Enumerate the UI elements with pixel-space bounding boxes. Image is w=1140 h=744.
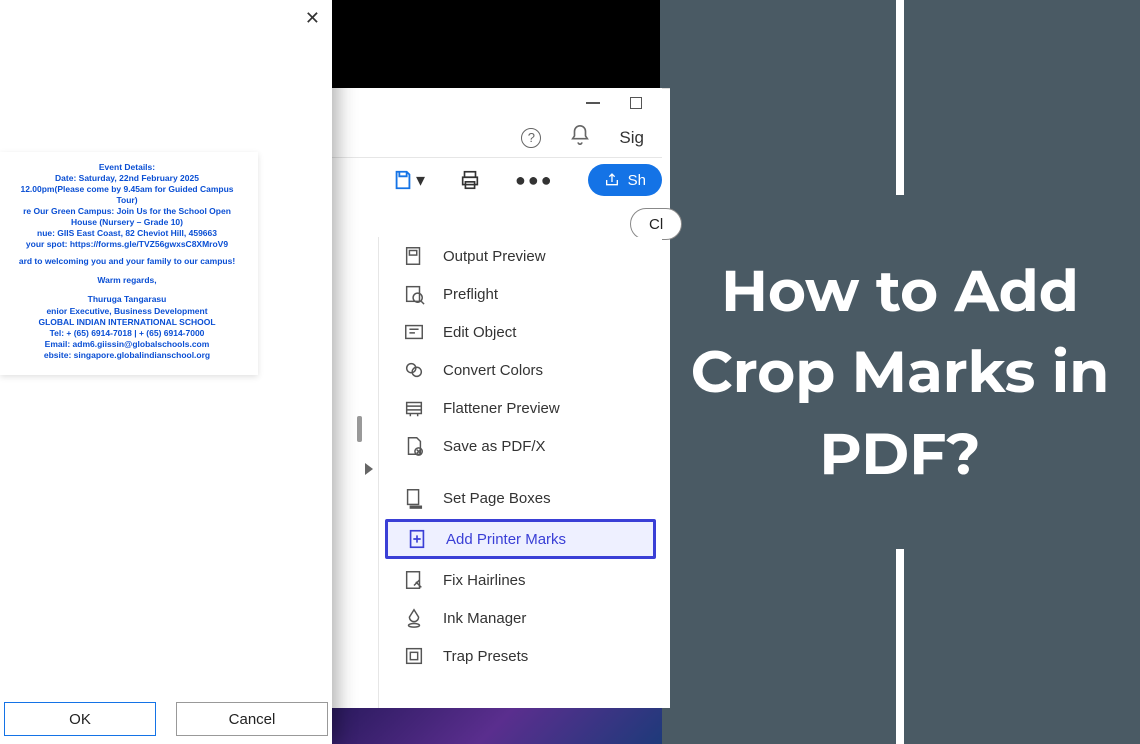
decorative-bar-bottom [896, 549, 904, 744]
panel-expand-icon[interactable] [365, 463, 373, 475]
minimize-icon[interactable] [586, 102, 600, 104]
tool-flattener-preview[interactable]: Flattener Preview [379, 389, 662, 427]
set-page-boxes-icon [403, 487, 425, 509]
save-pdf-x-icon [403, 435, 425, 457]
tool-trap-presets[interactable]: Trap Presets [379, 637, 662, 675]
app-header: ? Sig [330, 118, 662, 158]
maximize-icon[interactable] [630, 97, 642, 109]
close-panel-button[interactable]: Cl [630, 208, 682, 240]
headline-text: How to Add Crop Marks in PDF? [660, 250, 1140, 494]
panel-resize-handle[interactable] [357, 416, 362, 442]
trap-presets-icon [403, 645, 425, 667]
tool-set-page-boxes[interactable]: Set Page Boxes [379, 479, 662, 517]
sign-in-label[interactable]: Sig [619, 128, 644, 148]
print-icon[interactable] [459, 169, 481, 191]
share-label: Sh [628, 172, 646, 189]
tool-output-preview[interactable]: Output Preview [379, 237, 662, 275]
tool-add-printer-marks[interactable]: Add Printer Marks [385, 519, 656, 559]
tool-save-pdf-x[interactable]: Save as PDF/X [379, 427, 662, 465]
modal-dialog: ✕ Event Details: Date: Saturday, 22nd Fe… [0, 0, 332, 744]
edit-object-icon [403, 321, 425, 343]
promo-panel: How to Add Crop Marks in PDF? [660, 0, 1140, 744]
dialog-buttons: OK Cancel [4, 702, 328, 736]
close-icon[interactable]: ✕ [305, 8, 320, 29]
tool-fix-hairlines[interactable]: Fix Hairlines [379, 561, 662, 599]
print-production-tools: Output Preview Preflight Edit Object Con… [378, 237, 662, 708]
tool-edit-object[interactable]: Edit Object [379, 313, 662, 351]
help-icon[interactable]: ? [521, 128, 541, 148]
window-controls [330, 88, 662, 118]
output-preview-icon [403, 245, 425, 267]
fix-hairlines-icon [403, 569, 425, 591]
document-preview: Event Details: Date: Saturday, 22nd Febr… [0, 152, 258, 375]
convert-colors-icon [403, 359, 425, 381]
toolbar: ▾ ●●● Sh [380, 160, 662, 200]
tool-ink-manager[interactable]: Ink Manager [379, 599, 662, 637]
add-printer-marks-icon [406, 528, 428, 550]
cancel-button[interactable]: Cancel [176, 702, 328, 736]
ink-manager-icon [403, 607, 425, 629]
ok-button[interactable]: OK [4, 702, 156, 736]
bell-icon[interactable] [569, 124, 591, 151]
save-dropdown-icon[interactable]: ▾ [392, 169, 425, 191]
share-button[interactable]: Sh [588, 164, 662, 196]
desktop-background [330, 708, 662, 744]
tool-preflight[interactable]: Preflight [379, 275, 662, 313]
more-icon[interactable]: ●●● [515, 170, 554, 191]
preflight-icon [403, 283, 425, 305]
tool-convert-colors[interactable]: Convert Colors [379, 351, 662, 389]
flattener-preview-icon [403, 397, 425, 419]
decorative-bar-top [896, 0, 904, 195]
